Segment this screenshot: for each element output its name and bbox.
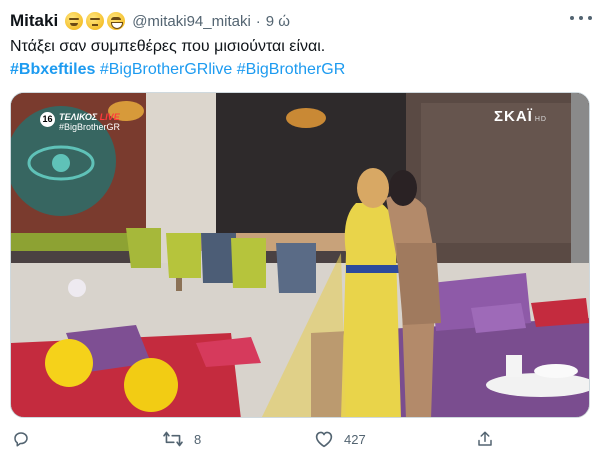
- heart-icon: [315, 431, 333, 448]
- retweet-icon: [163, 431, 183, 447]
- separator-dot: ·: [255, 12, 261, 30]
- share-button[interactable]: [476, 430, 494, 448]
- tweet-header: Mitaki @mitaki94_mitaki · 9 ώ: [10, 9, 290, 33]
- tweet-actions: 8 427: [0, 426, 608, 456]
- broadcast-badge: 16 ΤΕΛΙΚΟΣ LIVE #BigBrotherGR: [40, 112, 120, 132]
- live-label: LIVE: [99, 112, 120, 122]
- tweet-video-frame[interactable]: [10, 92, 590, 418]
- author-emojis: [65, 12, 126, 30]
- author-handle[interactable]: @mitaki94_mitaki: [132, 13, 251, 30]
- more-options-icon[interactable]: [570, 11, 592, 25]
- reply-icon: [14, 432, 28, 447]
- share-icon: [478, 431, 492, 446]
- author-name[interactable]: Mitaki: [10, 11, 58, 31]
- hashtag-link[interactable]: #BigBrotherGR: [237, 61, 346, 78]
- retweet-count: 8: [194, 431, 202, 447]
- relieved-face-icon: [65, 12, 84, 30]
- hashtag-link[interactable]: #Bbxeftiles: [10, 61, 95, 78]
- channel-suffix: HD: [534, 116, 547, 123]
- neutral-face-icon: [86, 12, 105, 30]
- reply-button[interactable]: [12, 430, 40, 448]
- broadcast-label: ΤΕΛΙΚΟΣ: [59, 112, 98, 122]
- tweet-text: Ντάξει σαν συμπεθέρες που μισιούνται είν…: [10, 38, 326, 55]
- channel-name: ΣΚΑΪ: [494, 108, 533, 125]
- tweet-timestamp[interactable]: 9 ώ: [266, 13, 290, 30]
- tweet-hashtags: #Bbxeftiles #BigBrotherGRlive #BigBrothe…: [10, 59, 345, 81]
- grinning-face-icon: [107, 12, 126, 30]
- tv-scene-image: [11, 93, 589, 417]
- retweet-button[interactable]: 8: [162, 430, 201, 448]
- hashtag-link[interactable]: #BigBrotherGRlive: [100, 61, 233, 78]
- like-count: 427: [344, 431, 366, 447]
- show-hashtag: #BigBrotherGR: [59, 122, 121, 132]
- like-button[interactable]: 427: [314, 430, 366, 448]
- age-rating-badge: 16: [40, 112, 55, 127]
- channel-logo: ΣΚΑΪ HD: [494, 108, 547, 125]
